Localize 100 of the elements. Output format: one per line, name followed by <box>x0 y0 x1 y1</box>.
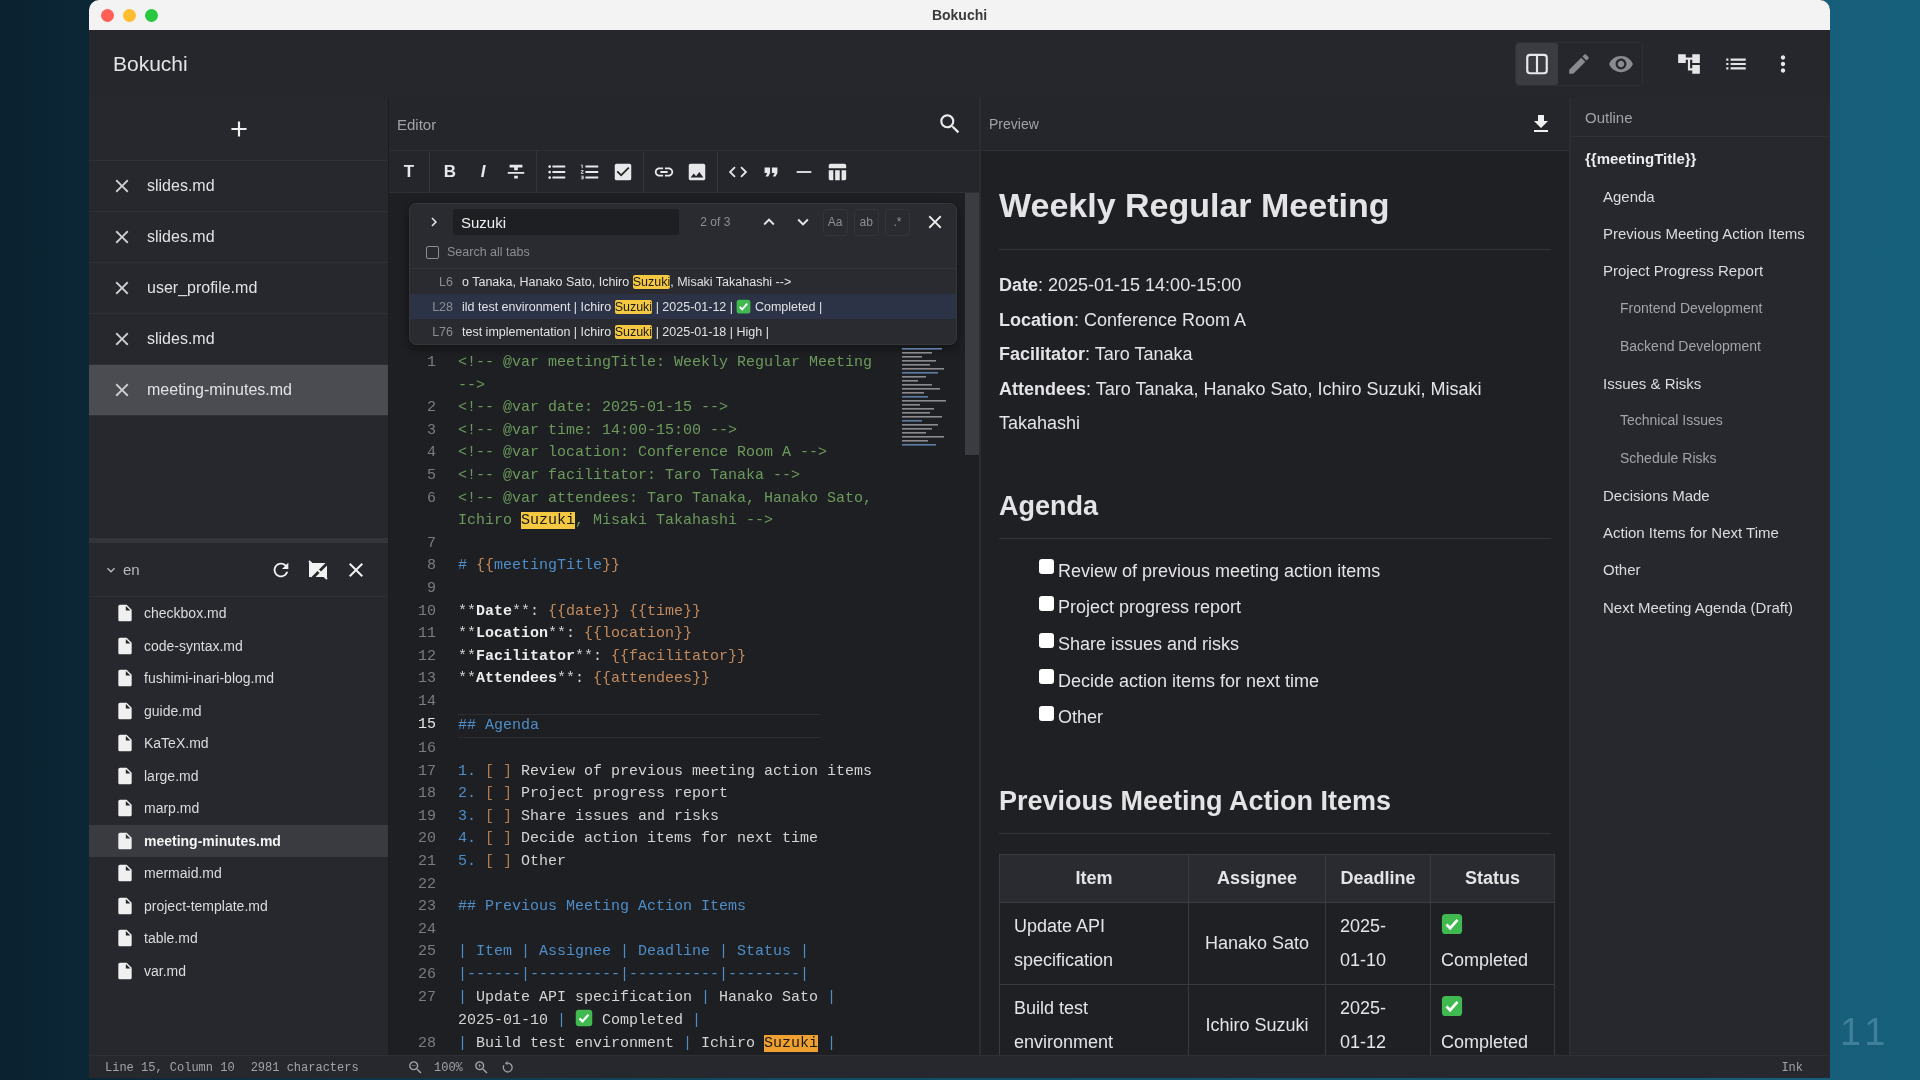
match-count: 2 of 3 <box>700 215 732 229</box>
search-field[interactable]: Suzuki <box>452 208 681 236</box>
line-number: 15 <box>417 714 436 735</box>
file-icon <box>115 765 135 786</box>
bold-button[interactable]: B <box>437 161 463 182</box>
document-title: Weekly Regular Meeting <box>999 185 1551 250</box>
code-line: <!-- @var facilitator: Taro Tanaka --> <box>458 465 802 486</box>
file-icon <box>115 733 135 754</box>
tab-label: user_profile.md <box>147 279 258 297</box>
code-line: 1. [ ] Review of previous meeting action items <box>458 761 874 782</box>
line-number: 21 <box>417 852 436 873</box>
file-item[interactable]: fushimi-inari-blog.md <box>89 662 388 695</box>
code-line: **Facilitator**: {{facilitator}} <box>458 646 748 667</box>
outline-item[interactable]: Previous Meeting Action Items <box>1603 224 1805 242</box>
app-title: Bokuchi <box>113 52 189 76</box>
split-view-button[interactable] <box>1516 43 1558 85</box>
code-line: ## Agenda <box>458 713 821 739</box>
folder-name[interactable]: en <box>123 561 256 578</box>
code-line: | Item | Assignee | Deadline | Status | <box>458 942 811 963</box>
zoom-out-icon[interactable] <box>407 1059 424 1076</box>
tab-label: slides.md <box>147 228 215 246</box>
outline-item[interactable]: Project Progress Report <box>1603 262 1764 280</box>
outline-item[interactable]: Next Meeting Agenda (Draft) <box>1603 598 1794 616</box>
line-number: 7 <box>426 533 436 554</box>
search-result[interactable]: L6 o Tanaka, Hanako Sato, Ichiro Suzuki, Misaki Takahashi --> <box>410 269 956 294</box>
outline-item[interactable]: Other <box>1603 561 1641 579</box>
file-item[interactable]: checkbox.md <box>89 597 388 630</box>
file-item[interactable]: var.md <box>89 954 388 987</box>
search-option-toggle[interactable]: ab <box>853 208 879 236</box>
line-number: 17 <box>417 761 436 782</box>
scrollbar-thumb[interactable] <box>965 193 979 455</box>
column-header: Deadline <box>1325 854 1431 902</box>
line-number: 5 <box>426 465 436 486</box>
file-item[interactable]: mermaid.md <box>89 857 388 890</box>
character-count: 2981 characters <box>250 1060 359 1075</box>
pane-title: Editor <box>397 115 437 133</box>
outline-item[interactable]: Schedule Risks <box>1620 449 1717 466</box>
checkbox[interactable] <box>1039 669 1054 685</box>
code-line: <!-- @var meetingTitle: Weekly Regular Meeting --> <box>458 353 874 396</box>
checkbox[interactable] <box>1039 632 1054 648</box>
table-cell: Update API specification <box>999 902 1189 984</box>
italic-button[interactable]: I <box>470 161 496 182</box>
result-text: o Tanaka, Hanako Sato, Ichiro Suzuki, Misaki Takahashi --> <box>462 274 792 289</box>
meta-line: Location: Conference Room A <box>999 308 1248 332</box>
file-icon <box>115 603 135 624</box>
table-cell: Completed <box>1430 902 1555 984</box>
checkbox[interactable] <box>1039 706 1054 722</box>
outline-item[interactable]: Backend Development <box>1620 337 1761 354</box>
file-item[interactable]: guide.md <box>89 694 388 727</box>
meta-line: Date: 2025-01-15 14:00-15:00 <box>999 274 1243 297</box>
code-line: | Build test environment | Ichiro Suzuki | <box>458 1033 838 1054</box>
file-tab[interactable]: slides.md <box>89 161 388 212</box>
outline-item[interactable]: Technical Issues <box>1620 412 1723 429</box>
file-item[interactable]: large.md <box>89 759 388 792</box>
search-option-toggle[interactable]: .* <box>884 208 910 236</box>
search-result[interactable]: L28 ild test environment | Ichiro Suzuki | 2025-01-12 | Completed | <box>410 294 956 319</box>
checkbox[interactable] <box>426 245 439 259</box>
table-cell: 2025-01-10 <box>1325 902 1431 984</box>
file-icon <box>115 960 135 981</box>
outline-item[interactable]: Agenda <box>1603 187 1655 205</box>
outline-item[interactable]: Action Items for Next Time <box>1603 524 1779 542</box>
file-item[interactable]: project-template.md <box>89 889 388 922</box>
file-item[interactable]: meeting-minutes.md <box>89 824 388 857</box>
file-tab[interactable]: user_profile.md <box>89 263 388 314</box>
file-icon <box>115 928 135 949</box>
line-number: 22 <box>417 874 436 895</box>
search-result[interactable]: L76 test implementation | Ichiro Suzuki | 2025-01-18 | High | <box>410 319 956 344</box>
window-title: Bokuchi <box>931 7 988 23</box>
file-tab[interactable]: slides.md <box>89 212 388 263</box>
section-heading: Agenda <box>999 488 1551 539</box>
column-header: Assignee <box>1188 854 1326 902</box>
close-window-button[interactable] <box>101 8 114 22</box>
outline-item[interactable]: Decisions Made <box>1603 486 1710 504</box>
line-number: 8 <box>426 556 436 577</box>
file-item[interactable]: code-syntax.md <box>89 629 388 662</box>
checkbox[interactable] <box>1039 596 1054 612</box>
file-item[interactable]: table.md <box>89 922 388 955</box>
tree-icon[interactable] <box>1675 51 1702 77</box>
heading-button[interactable]: T <box>396 161 422 182</box>
code-line: **Attendees**: {{attendees}} <box>458 669 712 690</box>
outline-item[interactable]: {{meetingTitle}} <box>1585 150 1697 168</box>
code-line: 5. [ ] Other <box>458 852 568 873</box>
outline-item[interactable]: Frontend Development <box>1620 300 1763 317</box>
line-number: 13 <box>417 669 436 690</box>
file-icon <box>115 635 135 656</box>
file-item[interactable]: KaTeX.md <box>89 727 388 760</box>
outline-item[interactable]: Issues & Risks <box>1603 374 1702 392</box>
file-icon <box>115 798 135 819</box>
crossed-rectangle-icon[interactable] <box>306 557 330 582</box>
tab-label: slides.md <box>147 177 215 195</box>
line-number: 11 <box>417 624 436 645</box>
search-option-toggle[interactable]: Aa <box>822 208 848 236</box>
line-number: 12 <box>417 646 436 667</box>
checkbox[interactable] <box>1039 559 1054 575</box>
pencil-icon <box>1566 51 1592 77</box>
file-item[interactable]: marp.md <box>89 792 388 825</box>
line-number: 24 <box>417 919 436 940</box>
zoom-in-icon[interactable] <box>472 1059 490 1076</box>
line-number: 25 <box>417 942 436 963</box>
file-tab[interactable]: meeting-minutes.md <box>89 365 388 416</box>
